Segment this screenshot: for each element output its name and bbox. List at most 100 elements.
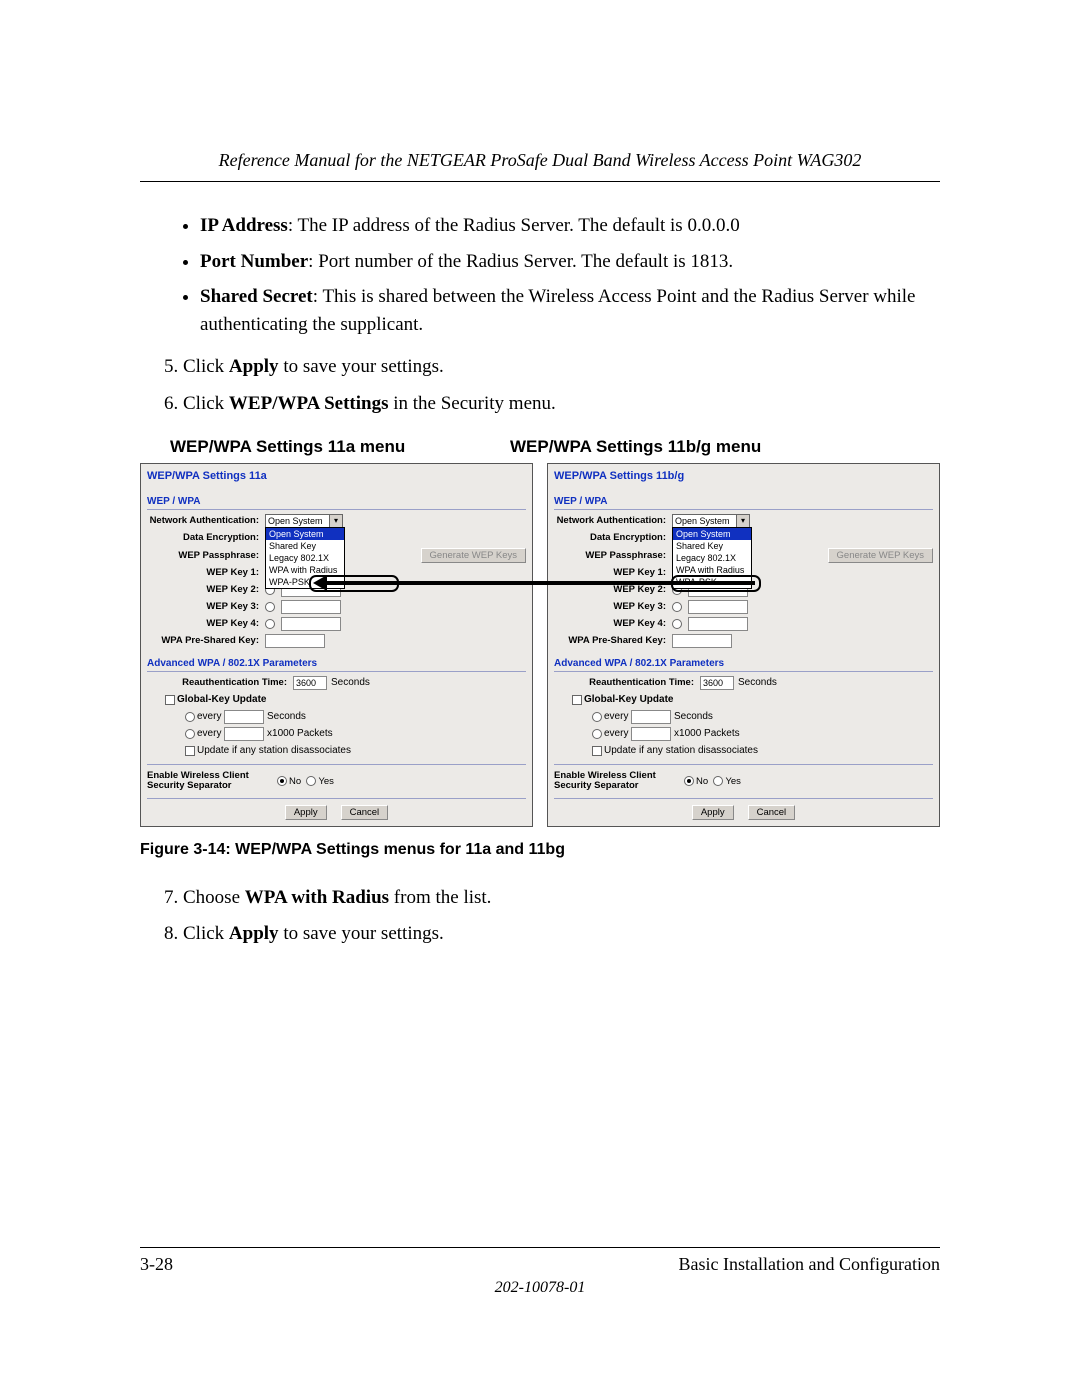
wep-key3-radio-11a[interactable] — [265, 602, 275, 612]
bullet-secret-label: Shared Secret — [200, 286, 313, 307]
section-wepwpa-11bg: WEP / WPA — [554, 496, 933, 510]
panel-11bg-title: WEP/WPA Settings 11b/g — [554, 470, 933, 482]
lbl-wep-key2-11a: WEP Key 2: — [147, 584, 265, 595]
gku-sec-input-11bg[interactable] — [631, 710, 671, 724]
step-6-b: WEP/WPA Settings — [229, 393, 389, 414]
wep-key4-input-11a[interactable] — [281, 617, 341, 631]
lbl-wep-key2-11bg: WEP Key 2: — [554, 584, 672, 595]
bullet-port: Port Number: Port number of the Radius S… — [200, 248, 940, 276]
step-8-num: 8. — [164, 923, 178, 944]
step-7-a: Choose — [183, 887, 245, 908]
reauth-input-11bg[interactable]: 3600 — [700, 676, 734, 690]
opt-11bg-4[interactable]: WPA-PSK — [673, 576, 751, 588]
lbl-net-auth-11a: Network Authentication: — [147, 515, 265, 526]
opt-11a-2[interactable]: Legacy 802.1X — [266, 552, 344, 564]
lbl-no-11a: No — [289, 776, 301, 787]
bullet-ip-text: : The IP address of the Radius Server. T… — [288, 215, 740, 236]
lbl-no-11bg: No — [696, 776, 708, 787]
lbl-seconds-11bg: Seconds — [674, 711, 713, 722]
net-auth-select-11a[interactable]: Open System — [265, 514, 343, 528]
opt-11bg-1[interactable]: Shared Key — [673, 540, 751, 552]
bullet-ip-label: IP Address — [200, 215, 288, 236]
gku-every-pkt-radio-11bg[interactable] — [592, 729, 602, 739]
figure-caption: Figure 3-14: WEP/WPA Settings menus for … — [140, 841, 940, 859]
gku-check-11bg[interactable] — [572, 695, 582, 705]
net-auth-select-11bg[interactable]: Open System — [672, 514, 750, 528]
gku-every-pkt-radio-11a[interactable] — [185, 729, 195, 739]
net-auth-dropdown-11a[interactable]: Open System Shared Key Legacy 802.1X WPA… — [265, 527, 345, 589]
bullet-port-label: Port Number — [200, 251, 308, 272]
opt-11bg-3[interactable]: WPA with Radius — [673, 564, 751, 576]
panel-11bg: WEP/WPA Settings 11b/g WEP / WPA Network… — [547, 463, 940, 827]
gen-wep-keys-11bg[interactable]: Generate WEP Keys — [828, 548, 933, 563]
update-any-check-11a[interactable] — [185, 746, 195, 756]
step-6-num: 6. — [164, 393, 178, 414]
gku-sec-input-11a[interactable] — [224, 710, 264, 724]
opt-11a-1[interactable]: Shared Key — [266, 540, 344, 552]
gku-check-11a[interactable] — [165, 695, 175, 705]
lbl-sep-11bg: Enable Wireless Client Security Separato… — [554, 771, 684, 792]
apply-button-11bg[interactable]: Apply — [692, 805, 734, 820]
panel-11a: WEP/WPA Settings 11a WEP / WPA Network A… — [140, 463, 533, 827]
net-auth-dropdown-11bg[interactable]: Open System Shared Key Legacy 802.1X WPA… — [672, 527, 752, 589]
bullet-port-text: : Port number of the Radius Server. The … — [308, 251, 733, 272]
wep-key4-input-11bg[interactable] — [688, 617, 748, 631]
update-any-check-11bg[interactable] — [592, 746, 602, 756]
footer-docid: 202-10078-01 — [140, 1279, 940, 1297]
lbl-yes-11bg: Yes — [725, 776, 741, 787]
lbl-update-any-11a: Update if any station disassociates — [197, 745, 351, 756]
lbl-wep-key4-11a: WEP Key 4: — [147, 618, 265, 629]
opt-11bg-2[interactable]: Legacy 802.1X — [673, 552, 751, 564]
sep-yes-radio-11bg[interactable] — [713, 776, 723, 786]
lbl-gku-11bg: Global-Key Update — [584, 694, 673, 705]
gen-wep-keys-11a[interactable]: Generate WEP Keys — [421, 548, 526, 563]
step-6-c: in the Security menu. — [389, 393, 556, 414]
section-adv-11bg: Advanced WPA / 802.1X Parameters — [554, 658, 933, 672]
footer-page-num: 3-28 — [140, 1254, 173, 1275]
cancel-button-11bg[interactable]: Cancel — [748, 805, 796, 820]
step-5-num: 5. — [164, 356, 178, 377]
sep-no-radio-11bg[interactable] — [684, 776, 694, 786]
lbl-yes-11a: Yes — [318, 776, 334, 787]
running-header: Reference Manual for the NETGEAR ProSafe… — [140, 150, 940, 182]
step-8-b: Apply — [229, 923, 279, 944]
lbl-every-sec-11bg: every — [604, 711, 628, 722]
wpa-psk-input-11a[interactable] — [265, 634, 325, 648]
wep-key3-radio-11bg[interactable] — [672, 602, 682, 612]
sep-yes-radio-11a[interactable] — [306, 776, 316, 786]
section-adv-11a: Advanced WPA / 802.1X Parameters — [147, 658, 526, 672]
menu-title-right: WEP/WPA Settings 11b/g menu — [510, 437, 761, 457]
sep-no-radio-11a[interactable] — [277, 776, 287, 786]
step-7-c: from the list. — [389, 887, 491, 908]
lbl-wep-pass-11bg: WEP Passphrase: — [554, 550, 672, 561]
wep-key4-radio-11bg[interactable] — [672, 619, 682, 629]
bullet-secret: Shared Secret: This is shared between th… — [200, 283, 940, 338]
footer-rule — [140, 1247, 940, 1248]
step-8-c: to save your settings. — [279, 923, 444, 944]
footer-section: Basic Installation and Configuration — [679, 1254, 940, 1275]
gku-every-sec-radio-11bg[interactable] — [592, 712, 602, 722]
menu-title-left: WEP/WPA Settings 11a menu — [170, 437, 510, 457]
gku-pkt-input-11a[interactable] — [224, 727, 264, 741]
cancel-button-11a[interactable]: Cancel — [341, 805, 389, 820]
lbl-data-enc-11a: Data Encryption: — [147, 532, 265, 543]
lbl-seconds-11a: Seconds — [267, 711, 306, 722]
lbl-wep-pass-11a: WEP Passphrase: — [147, 550, 265, 561]
step-7-num: 7. — [164, 887, 178, 908]
opt-11a-0[interactable]: Open System — [266, 528, 344, 540]
wep-key4-radio-11a[interactable] — [265, 619, 275, 629]
gku-pkt-input-11bg[interactable] — [631, 727, 671, 741]
opt-11a-4[interactable]: WPA-PSK — [266, 576, 344, 588]
wpa-psk-input-11bg[interactable] — [672, 634, 732, 648]
lbl-wpa-psk-11bg: WPA Pre-Shared Key: — [554, 635, 672, 646]
reauth-input-11a[interactable]: 3600 — [293, 676, 327, 690]
wep-key3-input-11bg[interactable] — [688, 600, 748, 614]
opt-11bg-0[interactable]: Open System — [673, 528, 751, 540]
wep-key3-input-11a[interactable] — [281, 600, 341, 614]
section-wepwpa-11a: WEP / WPA — [147, 496, 526, 510]
lbl-every-sec-11a: every — [197, 711, 221, 722]
opt-11a-3[interactable]: WPA with Radius — [266, 564, 344, 576]
lbl-gku-11a: Global-Key Update — [177, 694, 266, 705]
gku-every-sec-radio-11a[interactable] — [185, 712, 195, 722]
apply-button-11a[interactable]: Apply — [285, 805, 327, 820]
